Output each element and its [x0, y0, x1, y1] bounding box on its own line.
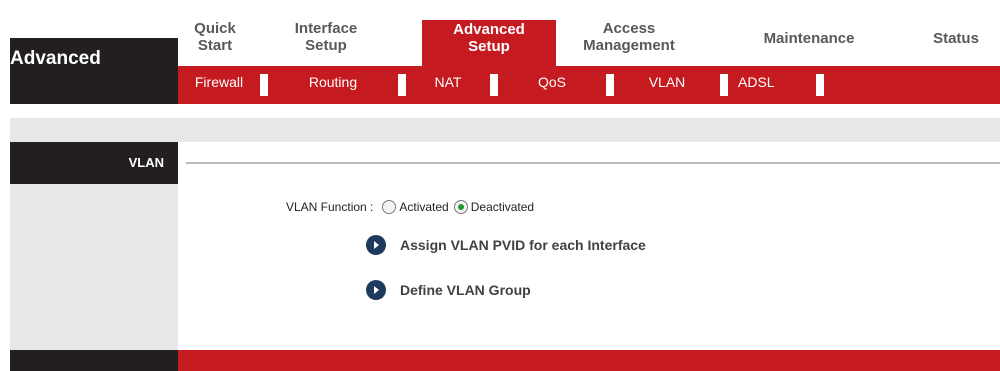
define-vlan-group-text: Define VLAN Group	[400, 282, 531, 298]
subnav-separator	[816, 74, 824, 96]
radio-deactivated[interactable]	[453, 200, 468, 214]
radio-activated[interactable]	[382, 200, 397, 214]
tab-access-management[interactable]: Access Management	[570, 20, 688, 66]
subnav-separator	[606, 74, 614, 96]
tab-label-line1: Advanced	[453, 21, 525, 38]
tab-label-line1: Status	[933, 30, 979, 47]
subnav-item-vlan[interactable]: VLAN	[614, 74, 720, 90]
tab-interface-setup[interactable]: Interface Setup	[278, 20, 374, 66]
brand-title: Advanced	[10, 38, 178, 104]
radio-activated-label: Activated	[399, 200, 449, 214]
tab-label-line1: Access	[602, 20, 656, 37]
footer-bar-left	[10, 350, 178, 371]
subnav-item-nat[interactable]: NAT	[406, 74, 490, 90]
subnav-separator	[260, 74, 268, 96]
tab-status[interactable]: Status	[926, 20, 986, 66]
sub-navigation: Firewall Routing NAT QoS VLAN ADSL	[178, 66, 1000, 104]
subnav-item-qos[interactable]: QoS	[498, 74, 606, 90]
subnav-item-routing[interactable]: Routing	[268, 74, 398, 90]
assign-vlan-pvid-text: Assign VLAN PVID for each Interface	[400, 237, 646, 253]
arrow-bullet-icon	[366, 280, 386, 300]
arrow-bullet-icon	[366, 235, 386, 255]
top-navigation: Quick Start Interface Setup Advanced Set…	[178, 0, 1000, 66]
tab-label-line2: Setup	[468, 38, 510, 55]
tab-label-line1: Interface	[294, 20, 358, 37]
subnav-item-adsl[interactable]: ADSL	[728, 74, 810, 90]
tab-label-line2: Setup	[305, 37, 347, 54]
radio-deactivated-label: Deactivated	[470, 200, 535, 214]
vlan-function-row: VLAN Function : Activated Deactivated	[286, 200, 539, 214]
footer-bar-right	[178, 350, 1000, 371]
tab-maintenance[interactable]: Maintenance	[750, 20, 868, 66]
subnav-separator	[720, 74, 728, 96]
tab-advanced-setup[interactable]: Advanced Setup	[422, 20, 556, 66]
subnav-separator	[490, 74, 498, 96]
assign-vlan-pvid-link[interactable]: Assign VLAN PVID for each Interface	[366, 235, 646, 255]
section-label: VLAN	[10, 142, 178, 184]
tab-label-line2: Management	[583, 37, 675, 54]
gray-band	[10, 118, 1000, 142]
define-vlan-group-link[interactable]: Define VLAN Group	[366, 280, 531, 300]
subnav-item-firewall[interactable]: Firewall	[178, 74, 260, 90]
subnav-separator	[398, 74, 406, 96]
tab-label-line1: Maintenance	[763, 30, 855, 47]
section-divider	[186, 162, 1000, 164]
vlan-function-label: VLAN Function :	[286, 200, 374, 214]
tab-label-line2: Start	[197, 37, 233, 54]
tab-quick-start[interactable]: Quick Start	[178, 20, 252, 66]
tab-label-line1: Quick	[194, 20, 236, 37]
